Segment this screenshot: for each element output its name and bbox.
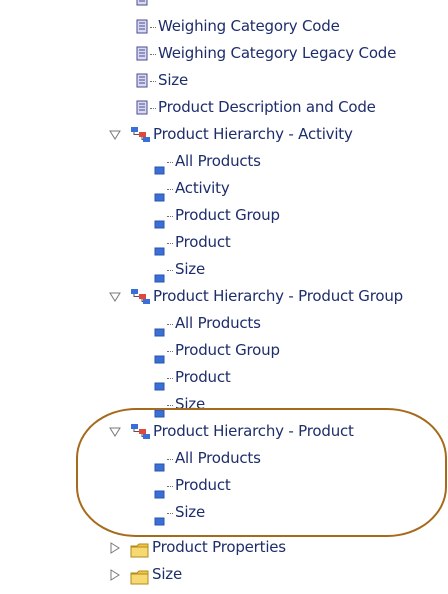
- tree-item-label: Product Hierarchy - Product: [153, 422, 354, 440]
- tree-level-product-group[interactable]: Product Group: [154, 202, 280, 229]
- expand-toggle-icon[interactable]: [108, 290, 122, 304]
- tree-item-label: Product: [175, 233, 231, 251]
- tree-item-label: Product: [175, 368, 231, 386]
- tree-connector: [167, 486, 173, 487]
- level-icon: [154, 238, 167, 256]
- tree-connector: [167, 189, 173, 190]
- tree-connector: [150, 108, 156, 109]
- level-icon: [154, 157, 167, 175]
- tree-item-label: Product Group: [175, 206, 280, 224]
- tree-item-label: Size: [175, 395, 205, 413]
- attribute-icon: [136, 19, 149, 34]
- tree-level-product[interactable]: Product: [154, 229, 231, 256]
- tree-connector: [150, 81, 156, 82]
- tree-connector: [167, 324, 173, 325]
- tree-connector: [167, 162, 173, 163]
- expand-toggle-icon[interactable]: [108, 425, 122, 439]
- tree-connector: [167, 513, 173, 514]
- level-icon: [154, 454, 167, 472]
- tree-level-activity[interactable]: Activity: [154, 175, 230, 202]
- level-icon: [154, 265, 167, 283]
- collapse-toggle-icon[interactable]: [108, 541, 122, 555]
- tree-item-label: Product Description and Code: [158, 98, 376, 116]
- tree-level-product[interactable]: Product: [154, 364, 231, 391]
- tree-level-size[interactable]: Size: [154, 256, 205, 283]
- folder-icon: [130, 540, 150, 558]
- tree-connector: [150, 27, 156, 28]
- tree-connector: [167, 243, 173, 244]
- tree-connector: [167, 216, 173, 217]
- tree-item-label: Weighing Category Code: [158, 17, 340, 35]
- collapse-toggle-icon[interactable]: [108, 568, 122, 582]
- attribute-icon: [136, 100, 149, 115]
- tree-item-label: Product Group: [175, 341, 280, 359]
- tree-item-size-attribute[interactable]: Size: [136, 67, 188, 94]
- level-icon: [154, 400, 167, 418]
- hierarchy-icon: [130, 423, 152, 441]
- tree-item-label: Product Properties: [152, 538, 286, 556]
- tree-connector: [167, 405, 173, 406]
- level-icon: [154, 211, 167, 229]
- tree-item-label: All Products: [175, 449, 261, 467]
- attribute-icon: [136, 0, 149, 6]
- tree-level-all-products[interactable]: All Products: [154, 148, 261, 175]
- tree-connector: [167, 270, 173, 271]
- hierarchy-icon: [130, 288, 152, 306]
- level-icon: [154, 508, 167, 526]
- level-icon: [154, 319, 167, 337]
- tree-item-product-description-and-code[interactable]: Product Description and Code: [136, 94, 376, 121]
- tree-item-label: All Products: [175, 152, 261, 170]
- tree-item-weighing-category-legacy-code[interactable]: Weighing Category Legacy Code: [136, 40, 396, 67]
- level-icon: [154, 373, 167, 391]
- tree-item-product-hierarchy-product-group[interactable]: Product Hierarchy - Product Group: [108, 283, 403, 310]
- tree-level-size[interactable]: Size: [154, 391, 205, 418]
- tree-view: Weighing Category Code Weighing Category…: [0, 0, 448, 587]
- tree-level-all-products[interactable]: All Products: [154, 310, 261, 337]
- tree-connector: [150, 54, 156, 55]
- tree-item-label: Product: [175, 476, 231, 494]
- tree-level-all-products[interactable]: All Products: [154, 445, 261, 472]
- tree-item-label: Size: [175, 260, 205, 278]
- tree-item-label: Product Hierarchy - Activity: [153, 125, 353, 143]
- tree-folder-size[interactable]: Size: [108, 561, 182, 588]
- hierarchy-icon: [130, 126, 152, 144]
- level-icon: [154, 184, 167, 202]
- tree-level-size[interactable]: Size: [154, 499, 205, 526]
- tree-connector: [167, 351, 173, 352]
- attribute-icon: [136, 73, 149, 88]
- tree-connector: [167, 459, 173, 460]
- level-icon: [154, 481, 167, 499]
- expand-toggle-icon[interactable]: [108, 128, 122, 142]
- level-icon: [154, 346, 167, 364]
- tree-item-product-hierarchy-product[interactable]: Product Hierarchy - Product: [108, 418, 354, 445]
- tree-item-weighing-category-code[interactable]: Weighing Category Code: [136, 13, 340, 40]
- tree-item-label: Weighing Category Legacy Code: [158, 44, 397, 62]
- attribute-icon: [136, 46, 149, 61]
- tree-item-label: Size: [152, 565, 182, 583]
- tree-connector: [167, 378, 173, 379]
- tree-folder-product-properties[interactable]: Product Properties: [108, 534, 286, 561]
- tree-panel: { "tree": { "attributes": [ {"label": "W…: [0, 0, 448, 585]
- tree-item-product-hierarchy-activity[interactable]: Product Hierarchy - Activity: [108, 121, 353, 148]
- tree-item-label: All Products: [175, 314, 261, 332]
- tree-item-partial[interactable]: [136, 0, 150, 12]
- folder-icon: [130, 567, 150, 585]
- tree-level-product[interactable]: Product: [154, 472, 231, 499]
- tree-level-product-group[interactable]: Product Group: [154, 337, 280, 364]
- tree-item-label: Size: [158, 71, 188, 89]
- tree-item-label: Activity: [175, 179, 230, 197]
- tree-item-label: Product Hierarchy - Product Group: [153, 287, 403, 305]
- tree-item-label: Size: [175, 503, 205, 521]
